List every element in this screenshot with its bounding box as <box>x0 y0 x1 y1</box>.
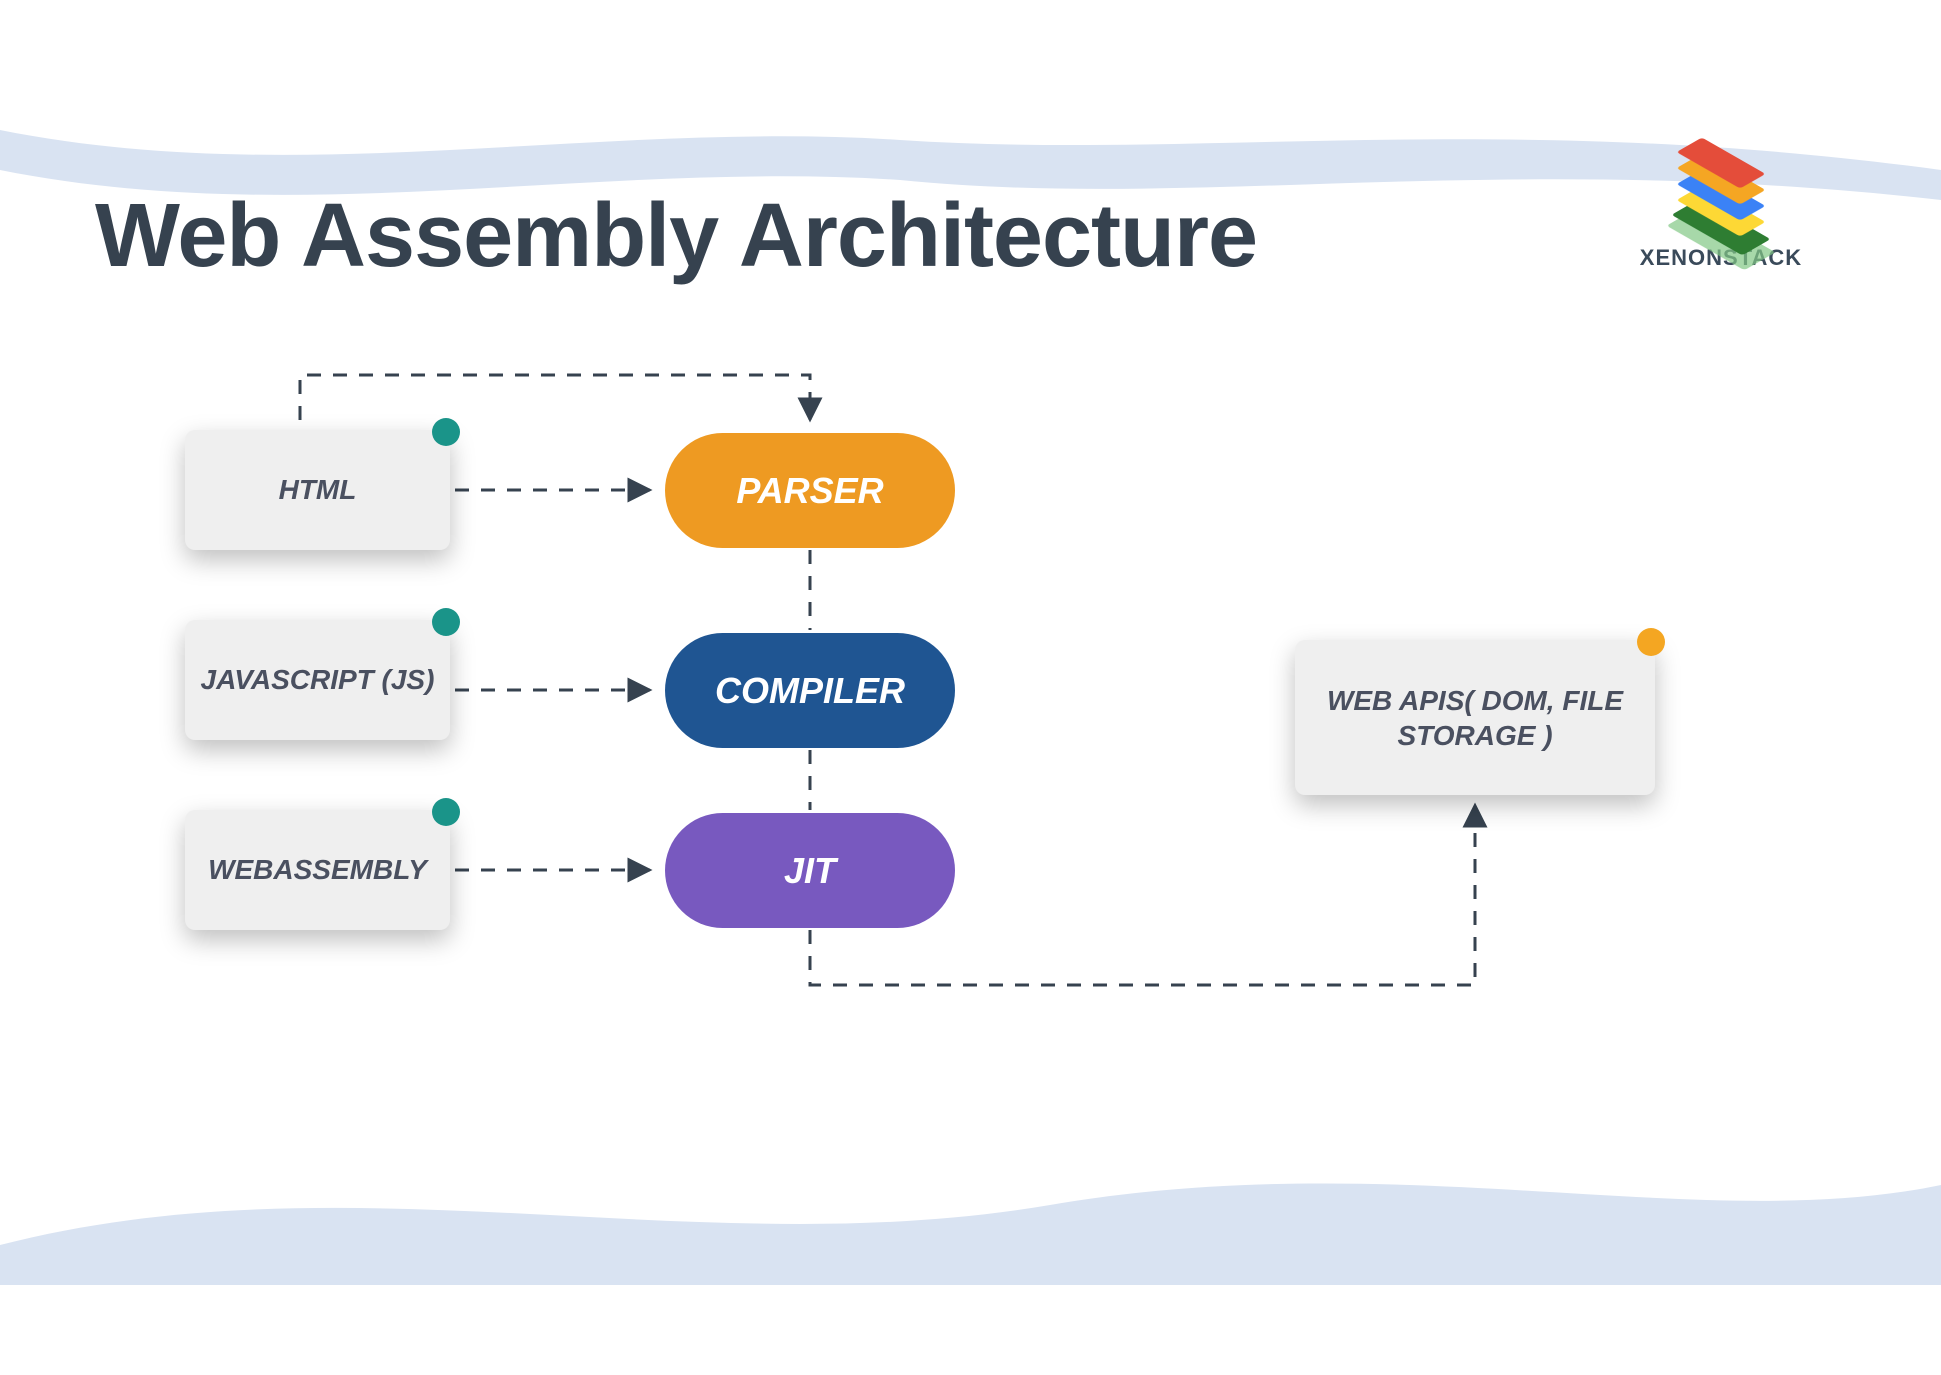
dot-icon <box>432 608 460 636</box>
architecture-diagram: HTML JAVASCRIPT (JS) WEBASSEMBLY PARSER … <box>170 365 1770 1085</box>
node-parser: PARSER <box>665 433 955 548</box>
node-javascript: JAVASCRIPT (JS) <box>185 620 450 740</box>
node-compiler: COMPILER <box>665 633 955 748</box>
dot-icon <box>432 798 460 826</box>
dot-icon <box>1637 628 1665 656</box>
node-web-apis: WEB APIS( DOM, FILE STORAGE ) <box>1295 640 1655 795</box>
wave-bottom <box>0 1125 1941 1285</box>
node-jit: JIT <box>665 813 955 928</box>
node-js-label: JAVASCRIPT (JS) <box>201 665 435 696</box>
node-html: HTML <box>185 430 450 550</box>
node-parser-label: PARSER <box>736 470 883 512</box>
stack-icon <box>1666 145 1776 240</box>
dot-icon <box>432 418 460 446</box>
node-webassembly: WEBASSEMBLY <box>185 810 450 930</box>
brand-logo: XENONSTACK <box>1631 145 1811 271</box>
node-apis-label: WEB APIS( DOM, FILE STORAGE ) <box>1315 683 1635 753</box>
node-compiler-label: COMPILER <box>715 670 905 712</box>
node-wasm-label: WEBASSEMBLY <box>208 855 427 886</box>
diagram-title: Web Assembly Architecture <box>95 185 1257 288</box>
node-html-label: HTML <box>279 475 357 506</box>
node-jit-label: JIT <box>784 850 836 892</box>
